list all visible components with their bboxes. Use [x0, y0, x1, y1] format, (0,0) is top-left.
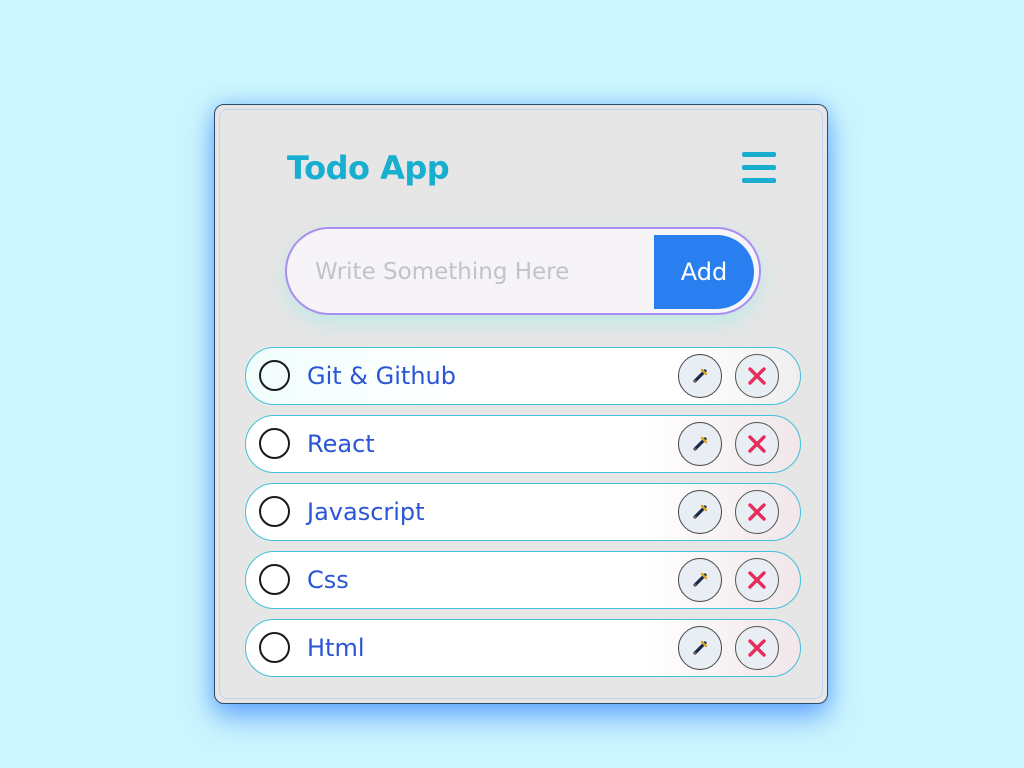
delete-button[interactable] — [735, 490, 779, 534]
edit-button[interactable] — [678, 626, 722, 670]
close-x-icon — [748, 367, 766, 385]
edit-button[interactable] — [678, 490, 722, 534]
close-x-icon — [748, 435, 766, 453]
close-x-icon — [748, 503, 766, 521]
todo-checkbox[interactable] — [259, 496, 290, 527]
add-button[interactable]: Add — [654, 235, 754, 309]
pen-icon — [693, 572, 708, 587]
delete-button[interactable] — [735, 558, 779, 602]
delete-button[interactable] — [735, 422, 779, 466]
todo-text: Css — [307, 566, 349, 594]
hamburger-menu-icon[interactable] — [742, 152, 776, 184]
edit-button[interactable] — [678, 422, 722, 466]
todo-item: Javascript — [245, 483, 801, 541]
close-x-icon — [748, 571, 766, 589]
pen-icon — [693, 640, 708, 655]
delete-button[interactable] — [735, 626, 779, 670]
app-title: Todo App — [287, 149, 450, 187]
todo-checkbox[interactable] — [259, 428, 290, 459]
todo-text: React — [307, 430, 375, 458]
todo-checkbox[interactable] — [259, 632, 290, 663]
todo-text: Html — [307, 634, 365, 662]
pen-icon — [693, 368, 708, 383]
todo-input[interactable] — [313, 229, 647, 313]
todo-app-card: Todo App Add Git & Github — [214, 104, 828, 704]
todo-input-group: Add — [285, 227, 761, 315]
todo-item: Git & Github — [245, 347, 801, 405]
close-x-icon — [748, 639, 766, 657]
todo-list: Git & Github React Javascript Css Html — [245, 347, 801, 687]
todo-item: Css — [245, 551, 801, 609]
todo-checkbox[interactable] — [259, 360, 290, 391]
delete-button[interactable] — [735, 354, 779, 398]
pen-icon — [693, 436, 708, 451]
edit-button[interactable] — [678, 354, 722, 398]
edit-button[interactable] — [678, 558, 722, 602]
todo-item: Html — [245, 619, 801, 677]
todo-checkbox[interactable] — [259, 564, 290, 595]
todo-text: Javascript — [307, 498, 425, 526]
todo-item: React — [245, 415, 801, 473]
pen-icon — [693, 504, 708, 519]
todo-text: Git & Github — [307, 362, 456, 390]
